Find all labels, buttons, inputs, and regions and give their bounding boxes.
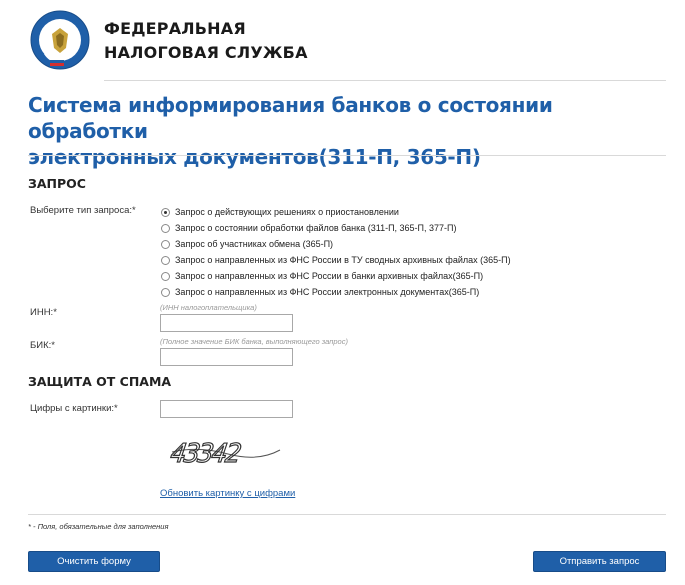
org-name: ФЕДЕРАЛЬНАЯ НАЛОГОВАЯ СЛУЖБА: [104, 17, 308, 65]
request-type-option-label: Запрос о направленных из ФНС России элек…: [175, 287, 480, 297]
org-name-line1: ФЕДЕРАЛЬНАЯ: [104, 19, 246, 38]
request-type-option-label: Запрос о направленных из ФНС России в ТУ…: [175, 255, 511, 265]
request-type-option-label: Запрос о действующих решениях о приостан…: [175, 207, 399, 217]
page-title-line2: электронных документов(311-П, 365-П): [28, 145, 481, 169]
radio-button[interactable]: [161, 207, 170, 217]
request-type-option[interactable]: Запрос о состоянии обработки файлов банк…: [161, 220, 511, 236]
radio-button[interactable]: [161, 271, 170, 281]
request-type-option-label: Запрос о состоянии обработки файлов банк…: [175, 223, 457, 233]
title-divider: [28, 155, 666, 156]
radio-button[interactable]: [161, 223, 170, 233]
captcha-graphic: 43342: [168, 439, 281, 470]
inn-label: ИНН:*: [30, 307, 57, 318]
bik-input[interactable]: [160, 348, 293, 366]
request-type-label: Выберите тип запроса:*: [30, 205, 136, 216]
captcha-text: 43342: [169, 439, 243, 469]
footer-divider: [28, 514, 666, 515]
request-type-option-label: Запрос об участниках обмена (365-П): [175, 239, 334, 249]
org-name-line2: НАЛОГОВАЯ СЛУЖБА: [104, 43, 308, 62]
inn-input[interactable]: [160, 314, 293, 332]
bik-hint: (Полное значение БИК банка, выполняющего…: [160, 337, 348, 346]
page-title-line1: Система информирования банков о состояни…: [28, 93, 553, 143]
radio-button[interactable]: [161, 255, 170, 265]
captcha-input[interactable]: [160, 400, 293, 418]
spam-section-title: ЗАЩИТА ОТ СПАМА: [28, 374, 172, 389]
inn-hint: (ИНН налогоплательщика): [160, 303, 257, 312]
submit-request-button[interactable]: Отправить запрос: [533, 551, 666, 572]
refresh-captcha-link[interactable]: Обновить картинку с цифрами: [160, 488, 295, 499]
captcha-image: 43342: [168, 432, 286, 472]
request-type-option[interactable]: Запрос о действующих решениях о приостан…: [161, 204, 511, 220]
request-type-option[interactable]: Запрос о направленных из ФНС России элек…: [161, 284, 511, 300]
captcha-label: Цифры с картинки:*: [30, 403, 118, 414]
request-type-option[interactable]: Запрос о направленных из ФНС России в ба…: [161, 268, 511, 284]
request-section-title: ЗАПРОС: [28, 176, 86, 191]
header-divider: [104, 80, 666, 81]
page-title: Система информирования банков о состояни…: [28, 92, 648, 170]
bik-label: БИК:*: [30, 340, 55, 351]
request-type-option[interactable]: Запрос об участниках обмена (365-П): [161, 236, 511, 252]
request-type-group: Запрос о действующих решениях о приостан…: [161, 204, 511, 300]
request-type-option-label: Запрос о направленных из ФНС России в ба…: [175, 271, 484, 281]
fns-emblem-icon: [30, 8, 90, 72]
radio-button[interactable]: [161, 239, 170, 249]
request-type-option[interactable]: Запрос о направленных из ФНС России в ТУ…: [161, 252, 511, 268]
clear-form-button[interactable]: Очистить форму: [28, 551, 160, 572]
radio-button[interactable]: [161, 287, 170, 297]
required-note: * - Поля, обязательные для заполнения: [28, 522, 169, 531]
